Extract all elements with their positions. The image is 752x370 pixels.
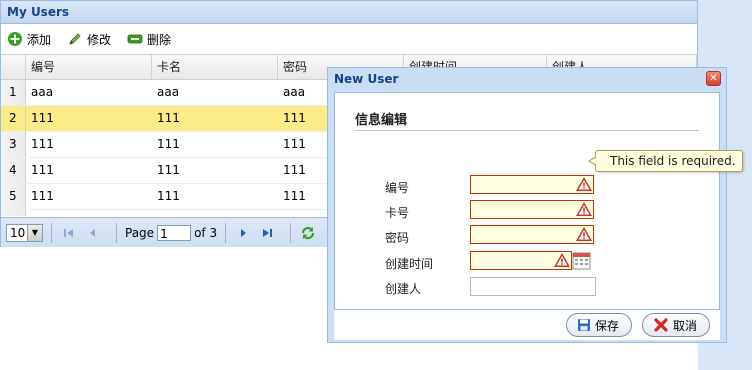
add-label: 添加 xyxy=(27,32,52,47)
page-size-select[interactable]: 10 ▼ xyxy=(6,223,43,242)
table-cell: aaa xyxy=(31,85,54,99)
delete-label: 删除 xyxy=(147,32,172,47)
add-icon xyxy=(8,32,22,46)
page-total-label: of 3 xyxy=(194,225,218,240)
table-cell: 111 xyxy=(31,163,54,177)
field-label-id: 编号 xyxy=(385,181,410,195)
row-number: 6 xyxy=(1,210,26,216)
next-page-icon[interactable] xyxy=(234,224,252,242)
table-cell: 111 xyxy=(152,210,278,216)
minus-icon xyxy=(127,34,143,44)
field-label-password: 密码 xyxy=(385,231,410,245)
dialog-title[interactable]: New User ✕ xyxy=(328,68,726,90)
calendar-icon[interactable] xyxy=(572,251,591,270)
panel-title: My Users xyxy=(1,1,697,24)
add-button[interactable]: 添加 xyxy=(7,31,51,48)
table-cell: 111 xyxy=(157,189,180,203)
close-icon[interactable]: ✕ xyxy=(706,71,721,86)
table-cell: 111 xyxy=(157,137,180,151)
cancel-icon xyxy=(654,318,668,332)
row-number-header xyxy=(1,55,26,79)
prev-page-icon[interactable] xyxy=(84,224,102,242)
last-page-icon[interactable] xyxy=(258,224,276,242)
table-cell: 111 xyxy=(157,163,180,177)
field-label-created-time: 创建时间 xyxy=(385,257,434,271)
save-button[interactable]: 保存 xyxy=(565,313,632,337)
field-label-creator: 创建人 xyxy=(385,282,422,296)
row-number: 2 xyxy=(1,106,26,131)
save-icon xyxy=(577,319,590,331)
cancel-button[interactable]: 取消 xyxy=(641,313,710,337)
dialog-body: 信息编辑 编号 卡号 密码 创建时间 创建人 xyxy=(334,92,720,310)
refresh-icon[interactable] xyxy=(299,224,317,242)
table-cell: 111 xyxy=(26,210,152,216)
cancel-label: 取消 xyxy=(672,318,697,333)
separator xyxy=(225,222,227,243)
column-header[interactable]: 卡名 xyxy=(152,55,278,79)
fieldset-divider xyxy=(355,130,699,131)
fieldset-title: 信息编辑 xyxy=(355,113,408,128)
edit-label: 修改 xyxy=(87,32,112,47)
dialog-footer: 保存 取消 xyxy=(334,310,720,340)
table-cell: 111 xyxy=(31,189,54,203)
row-number: 1 xyxy=(1,80,26,105)
new-user-dialog: New User ✕ 信息编辑 编号 卡号 密码 创建时间 创建人 保存 取消 xyxy=(327,67,727,343)
error-icon xyxy=(554,253,570,267)
error-icon xyxy=(576,202,592,216)
save-label: 保存 xyxy=(594,318,619,333)
separator xyxy=(116,222,117,243)
column-header[interactable]: 编号 xyxy=(26,55,152,79)
delete-button[interactable]: 删除 xyxy=(127,31,171,48)
separator xyxy=(51,222,52,243)
row-number: 4 xyxy=(1,158,26,183)
row-number: 3 xyxy=(1,132,26,157)
error-icon xyxy=(576,177,592,191)
table-cell: aaa xyxy=(157,85,180,99)
toolbar: 添加 修改 删除 xyxy=(1,24,697,55)
creator-field[interactable] xyxy=(470,277,596,296)
page-label: Page xyxy=(125,225,155,240)
field-label-card: 卡号 xyxy=(385,206,410,220)
chevron-down-icon[interactable]: ▼ xyxy=(27,224,42,241)
table-cell: 111 xyxy=(31,137,54,151)
validation-tooltip: This field is required. xyxy=(588,150,743,172)
first-page-icon[interactable] xyxy=(60,224,78,242)
error-icon xyxy=(576,227,592,241)
row-number: 5 xyxy=(1,184,26,209)
page-number-input[interactable]: 1 xyxy=(157,224,192,241)
page-size-value: 10 xyxy=(10,225,26,240)
edit-button[interactable]: 修改 xyxy=(67,31,111,48)
dialog-title-text: New User xyxy=(334,72,399,86)
table-cell: 111 xyxy=(157,111,180,125)
pencil-icon xyxy=(69,33,81,45)
table-cell: 111 xyxy=(31,111,54,125)
separator xyxy=(290,222,292,243)
